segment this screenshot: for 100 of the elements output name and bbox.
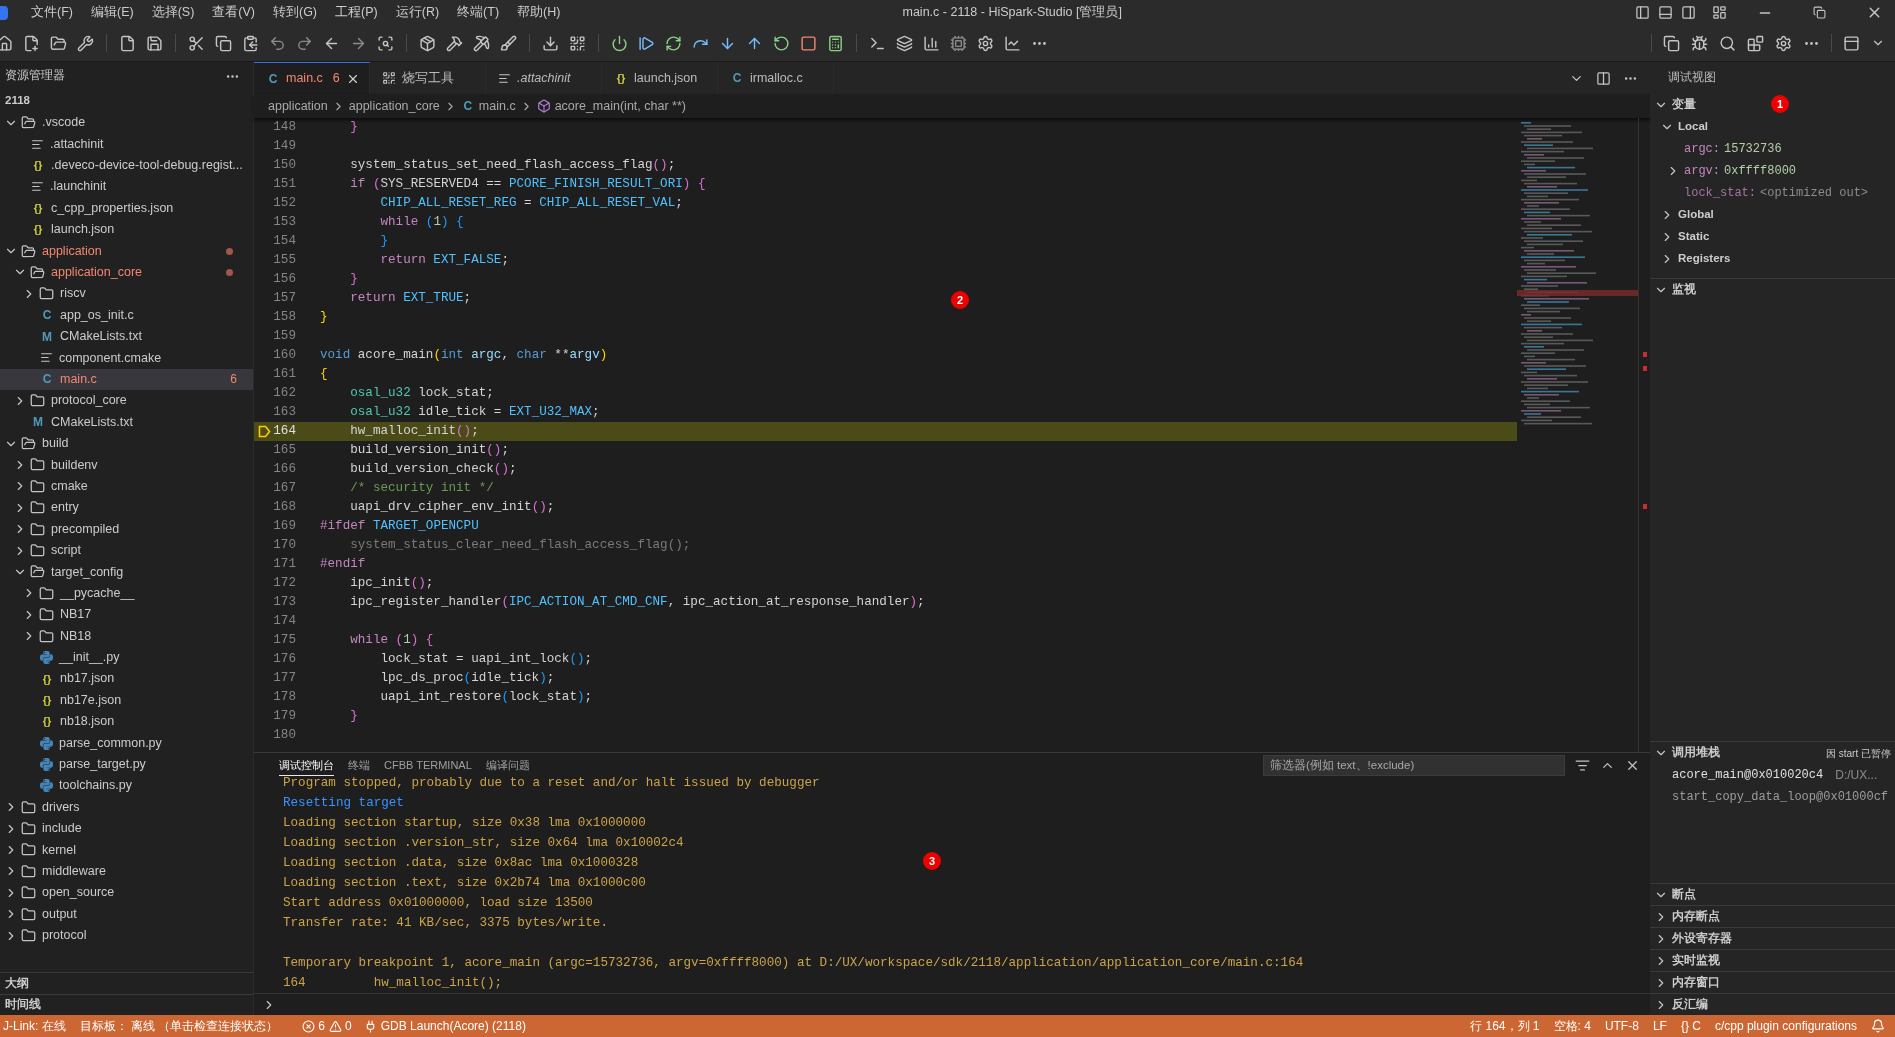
line-chart-icon[interactable] [1004,34,1021,52]
editor-tab[interactable]: C main.c 6 [254,62,370,94]
download-icon[interactable] [542,34,559,52]
panel-tab[interactable]: CFBB TERMINAL [384,753,472,777]
section-title[interactable]: 内存窗口 [1672,973,1720,992]
folder-name[interactable]: script [51,541,81,560]
section-title[interactable]: 变量 [1672,96,1696,114]
menu-item[interactable]: 运行(R) [386,3,449,22]
tree-row[interactable]: entry [0,497,253,519]
file-name[interactable]: CMakeLists.txt [60,327,142,346]
panel-icon[interactable] [1843,34,1860,52]
tree-row[interactable]: build [0,432,253,455]
tree-row[interactable]: {} nb17e.json [0,689,253,711]
tree-row[interactable]: script [0,539,253,562]
tree-row[interactable]: {} c_cpp_properties.json [0,197,253,219]
folder-name[interactable]: target_config [51,562,124,582]
file-name[interactable]: .attachinit [50,134,104,154]
tree-row[interactable]: __init__.py [0,646,253,669]
tab-label[interactable]: 烧写工具 [402,68,454,88]
section-title[interactable]: 实时监视 [1672,951,1720,970]
tree-row[interactable]: C main.c 6 [0,368,253,391]
folder-name[interactable]: application_core [51,263,143,282]
frame-name[interactable]: acore_main@0x010020c4 [1672,766,1824,784]
folder-name[interactable]: middleware [42,862,106,881]
section-title[interactable]: 内存断点 [1672,907,1720,926]
search-icon[interactable] [1719,34,1736,52]
file-name[interactable]: component.cmake [59,348,162,368]
settings-icon[interactable] [1775,34,1792,52]
refresh-icon[interactable] [665,34,682,52]
tree-row[interactable]: {} nb17.json [0,668,253,690]
toggle-panel-icon[interactable] [1658,5,1673,20]
section-title[interactable]: 外设寄存器 [1672,929,1732,948]
folder-name[interactable]: NB18 [60,626,92,646]
file-name[interactable]: CMakeLists.txt [51,412,133,432]
scope-name[interactable]: Global [1678,206,1714,224]
folder-icon[interactable] [50,34,67,52]
power-icon[interactable] [611,34,628,52]
tree-row[interactable]: output [0,903,253,925]
status-item[interactable]: 空格: 4 [1553,1017,1591,1035]
tree-row[interactable]: NB18 [0,625,253,647]
folder-name[interactable]: entry [51,498,79,518]
tree-row[interactable]: {} nb18.json [0,710,253,733]
file-name[interactable]: toolchains.py [59,776,132,796]
scope-name[interactable]: Static [1678,228,1710,246]
hammer-icon[interactable] [446,34,463,52]
status-item[interactable]: UTF-8 [1604,1017,1639,1035]
scope-name[interactable]: Local [1678,118,1709,136]
tree-row[interactable]: include [0,817,253,840]
tree-row[interactable]: parse_common.py [0,732,253,754]
clipboard-icon[interactable] [242,34,259,52]
error-icon[interactable] [302,1019,316,1033]
calculator-icon[interactable] [827,34,844,52]
file-name[interactable]: __init__.py [59,648,120,667]
redo-icon[interactable] [296,34,313,52]
status-item[interactable]: LF [1652,1017,1667,1035]
restart-icon[interactable] [773,34,790,52]
qr-code-icon[interactable] [569,34,586,52]
file-name[interactable]: nb17e.json [60,690,122,710]
tree-row[interactable]: cmake [0,475,253,498]
scope-name[interactable]: Registers [1678,250,1731,268]
house-icon[interactable] [0,34,13,52]
warning-count[interactable]: 0 [345,1017,352,1035]
breadcrumb-item[interactable]: application [268,96,328,116]
tab-label[interactable]: .attachinit [517,68,571,88]
copy-icon[interactable] [1663,34,1680,52]
file-name[interactable]: .launchinit [50,177,107,197]
section-title[interactable]: 断点 [1672,885,1696,904]
restore-icon[interactable] [1813,6,1826,19]
variable-name[interactable]: argc: [1684,140,1720,158]
package-icon[interactable] [419,34,436,52]
tree-row[interactable]: component.cmake [0,347,253,369]
tree-row[interactable]: .launchinit [0,176,253,198]
panel-tab[interactable]: 编译问题 [485,753,530,777]
folder-name[interactable]: riscv [60,284,86,304]
file-name[interactable]: nb17.json [60,669,115,689]
stack-frame[interactable]: start_copy_data_loop@0x01000cf [1650,786,1895,808]
split-editor-icon[interactable] [1596,70,1611,86]
folder-name[interactable]: .vscode [42,113,86,133]
pickaxe-icon[interactable] [473,34,490,52]
file-name[interactable]: app_os_init.c [60,305,134,325]
extensions-icon[interactable] [1747,34,1764,52]
undo-icon[interactable] [269,34,286,52]
tree-row[interactable]: protocol [0,924,253,947]
breadcrumb-item[interactable]: application_core [348,96,440,116]
status-item[interactable]: 行 164，列 1 [1470,1017,1540,1035]
scissors-icon[interactable] [188,34,205,52]
tree-row[interactable]: protocol_core [0,390,253,412]
copy-icon[interactable] [215,34,232,52]
folder-name[interactable]: buildenv [51,455,98,475]
tree-row[interactable]: riscv [0,283,253,305]
tab-label[interactable]: launch.json [634,68,698,88]
error-count[interactable]: 6 [318,1017,326,1035]
bell-icon[interactable] [1871,1019,1885,1033]
section-title[interactable]: 调用堆栈 [1672,744,1720,762]
folder-name[interactable]: protocol [42,926,87,945]
file-icon[interactable] [119,34,136,52]
brush-icon[interactable] [500,34,517,52]
folder-name[interactable]: open_source [42,883,115,903]
scan-search-icon[interactable] [377,34,394,52]
layout-icon[interactable] [1712,5,1727,20]
